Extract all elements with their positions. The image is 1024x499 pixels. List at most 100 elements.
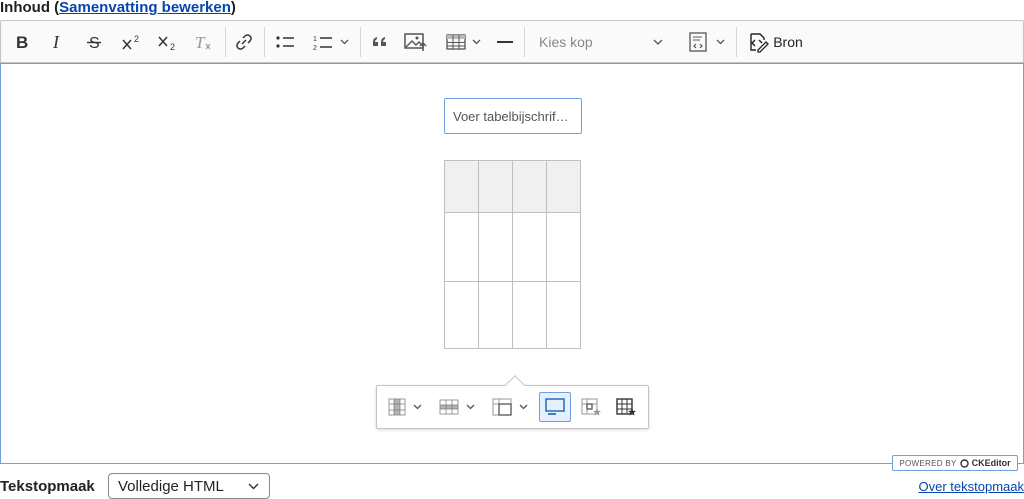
superscript-mark: 2 [134,34,139,44]
table-toolbar [376,375,649,429]
text-format-select[interactable]: Volledige HTML [108,473,270,499]
table-row [444,212,581,282]
cell-properties-icon [581,398,601,416]
superscript-button[interactable]: 2 [117,27,145,57]
italic-icon: I [52,33,60,51]
link-icon [236,34,252,50]
table-row-button[interactable] [438,392,475,422]
field-label-text: Inhoud ( [0,0,60,16]
svg-text:1: 1 [313,36,317,43]
source-edit-icon [750,33,770,53]
table-header-cell[interactable] [546,160,581,213]
svg-text:I: I [52,33,60,51]
table-column-icon [388,398,406,416]
content-table[interactable] [444,160,581,349]
chevron-down-icon [413,404,422,410]
table-header-cell[interactable] [512,160,547,213]
bold-button[interactable]: B [9,27,35,57]
strikethrough-button[interactable]: S [81,27,107,57]
toolbar-separator [225,27,226,57]
table-row [444,281,581,349]
ckeditor-brand: CKEditor [971,458,1011,468]
editor-toolbar: B I S 2 2 T 12 Kies kop Bron [0,20,1024,63]
horizontal-line-button[interactable] [492,27,518,57]
toolbar-separator [264,27,265,57]
table-cell[interactable] [444,281,479,349]
chevron-down-icon [716,39,724,45]
table-icon [445,34,466,50]
insert-table-button[interactable] [441,27,485,57]
superscript-icon: 2 [122,34,139,50]
strikethrough-icon: S [87,35,101,51]
remove-format-button[interactable]: T [190,27,216,57]
editor-content[interactable]: Voer tabelbijschrif… [0,63,1024,464]
table-caption-input[interactable]: Voer tabelbijschrif… [444,98,582,134]
table-cell[interactable] [546,281,581,349]
bulleted-list-button[interactable] [272,27,298,57]
svg-text:B: B [16,33,28,51]
powered-by-text: POWERED BY [899,458,957,468]
code-block-button[interactable] [684,27,728,57]
bulleted-list-icon [276,36,294,48]
chevron-down-icon [340,39,348,45]
table-cell[interactable] [512,212,547,282]
svg-text:T: T [195,33,206,51]
merge-cells-icon [492,398,512,416]
toggle-caption-button[interactable] [539,392,571,422]
numbered-list-icon: 12 [313,36,332,51]
table-cell[interactable] [546,212,581,282]
quote-icon [373,37,386,46]
horizontal-line-icon [497,41,513,43]
powered-by-badge[interactable]: POWERED BY CKEditor [892,455,1018,471]
bold-icon: B [16,33,28,51]
code-block-icon [688,32,707,52]
toolbar-separator [360,27,361,57]
ckeditor-logo-icon [959,458,969,468]
field-label-close: ) [230,0,236,16]
subscript-button[interactable]: 2 [153,27,181,57]
about-text-format-link[interactable]: Over tekstopmaak [919,479,1024,494]
svg-text:2: 2 [313,45,317,51]
table-column-button[interactable] [387,392,422,422]
toolbar-separator [524,27,525,57]
insert-image-button[interactable] [402,27,430,57]
source-button[interactable]: Bron [744,27,806,57]
chevron-down-icon [466,404,475,410]
chevron-down-icon [519,404,528,410]
table-cell[interactable] [478,212,513,282]
table-properties-button[interactable] [615,392,637,422]
chevron-down-icon [653,39,663,45]
italic-button[interactable]: I [45,27,71,57]
table-properties-icon [616,398,636,416]
table-header-cell[interactable] [444,160,479,213]
subscript-mark: 2 [170,42,175,51]
heading-dropdown-value: Kies kop [539,34,593,50]
table-caption-placeholder: Voer tabelbijschrif… [453,108,569,124]
heading-dropdown[interactable]: Kies kop [531,27,671,57]
rich-text-editor: B I S 2 2 T 12 Kies kop Bron Voer tabelb… [0,20,1024,464]
text-format-label: Tekstopmaak [0,478,95,495]
table-row-icon [439,399,459,415]
block-quote-button[interactable] [367,27,393,57]
table-header-row [444,160,581,213]
caption-icon [545,398,565,415]
summary-edit-link[interactable]: Samenvatting bewerken [59,0,231,16]
chevron-down-icon [248,483,259,489]
source-button-label: Bron [773,34,803,50]
chevron-down-icon [472,39,480,45]
image-upload-icon [404,33,427,51]
remove-format-icon: T [195,33,211,51]
subscript-icon: 2 [158,36,175,51]
table-header-cell[interactable] [478,160,513,213]
field-label: Inhoud (Samenvatting bewerken) [0,0,236,16]
numbered-list-button[interactable]: 12 [307,27,353,57]
table-cell[interactable] [478,281,513,349]
link-button[interactable] [231,27,257,57]
table-cell-properties-button[interactable] [580,392,602,422]
toolbar-separator [736,27,737,57]
table-cell[interactable] [512,281,547,349]
table-widget[interactable] [444,160,581,349]
merge-cells-button[interactable] [491,392,528,422]
text-format-value: Volledige HTML [118,477,224,495]
table-cell[interactable] [444,212,479,282]
